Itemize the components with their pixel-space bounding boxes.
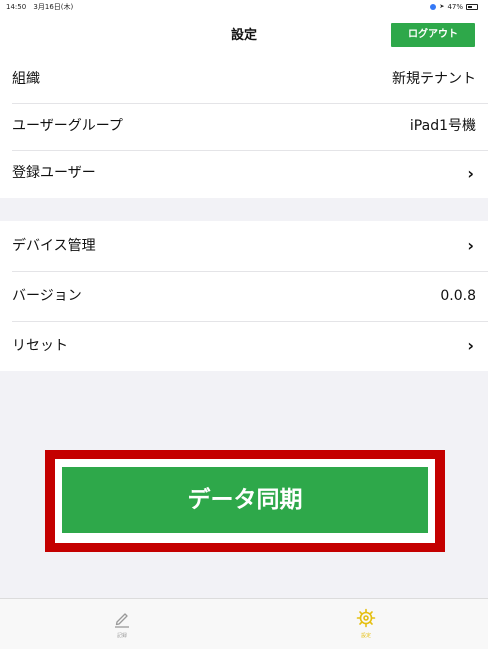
- settings-group-device: デバイス管理 › バージョン 0.0.8 リセット ›: [0, 221, 488, 371]
- tab-bar: 記録 設定: [0, 598, 488, 649]
- settings-row-value: 新規テナント: [392, 71, 476, 87]
- status-time: 14:50: [6, 3, 27, 11]
- location-icon: ➤: [439, 3, 445, 10]
- settings-row-user-group: ユーザーグループ iPad1号機: [0, 103, 488, 150]
- tab-input-label: 記録: [116, 633, 127, 639]
- status-time-date: 14:50 3月16日(木): [6, 0, 78, 14]
- settings-row-reset[interactable]: リセット ›: [0, 321, 488, 371]
- gear-icon: [356, 608, 376, 628]
- settings-row-label: ユーザーグループ: [12, 118, 123, 134]
- settings-row-registered-users[interactable]: 登録ユーザー ›: [0, 150, 488, 197]
- settings-row-label: 登録ユーザー: [12, 165, 96, 181]
- tab-settings[interactable]: 設定: [336, 607, 396, 639]
- pencil-icon: [115, 613, 129, 628]
- logout-button[interactable]: ログアウト: [391, 23, 475, 47]
- settings-row-label: デバイス管理: [12, 238, 96, 254]
- chevron-right-icon: ›: [467, 236, 474, 255]
- battery-level-fill: [468, 6, 472, 8]
- status-date: 3月16日(木): [33, 3, 74, 11]
- status-bar: 14:50 3月16日(木) ➤ 47%: [0, 0, 488, 14]
- settings-row-label: 組織: [12, 71, 40, 87]
- chevron-right-icon: ›: [467, 336, 474, 355]
- tab-settings-label: 設定: [360, 633, 371, 639]
- data-sync-button[interactable]: データ同期: [62, 467, 428, 533]
- status-indicators: ➤ 47%: [430, 0, 478, 14]
- settings-row-device-management[interactable]: デバイス管理 ›: [0, 221, 488, 271]
- settings-row-value: iPad1号機: [409, 118, 476, 134]
- settings-group-account: 組織 新規テナント ユーザーグループ iPad1号機 登録ユーザー ›: [0, 56, 488, 198]
- settings-row-label: リセット: [12, 338, 68, 354]
- settings-row-version: バージョン 0.0.8: [0, 271, 488, 321]
- battery-percentage: 47%: [447, 3, 463, 11]
- sync-indicator-icon: [430, 4, 437, 10]
- settings-row-label: バージョン: [12, 288, 82, 304]
- chevron-right-icon: ›: [467, 164, 474, 183]
- tab-input[interactable]: 記録: [92, 607, 152, 639]
- settings-row-value: 0.0.8: [440, 288, 476, 304]
- sync-button-frame: データ同期: [55, 459, 435, 543]
- navigation-bar: 設定 ログアウト: [0, 14, 488, 56]
- sync-button-highlight-frame: データ同期: [45, 450, 445, 552]
- settings-row-organization: 組織 新規テナント: [0, 56, 488, 103]
- battery-icon: [466, 4, 478, 10]
